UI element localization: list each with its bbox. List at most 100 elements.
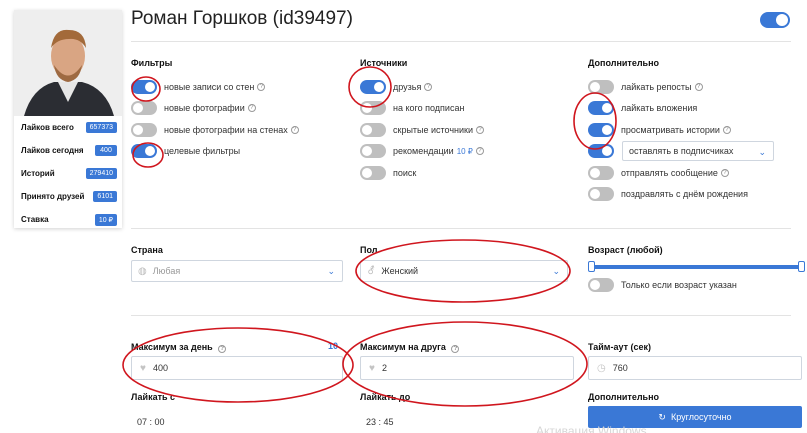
toggle-switch[interactable] — [360, 79, 386, 94]
filter-target[interactable]: целевые фильтры — [131, 141, 341, 163]
stat-value: 657373 — [85, 122, 117, 133]
source-recommendations[interactable]: рекомендации 10 ₽ ? — [360, 141, 570, 163]
chevron-down-icon: ⌄ — [758, 147, 766, 158]
help-icon[interactable]: ? — [722, 125, 731, 134]
button-label: Круглосуточно — [670, 412, 732, 422]
minutes[interactable]: 45 — [384, 417, 394, 427]
extra-like-reposts[interactable]: лайкать репосты ? — [588, 76, 793, 98]
toggle-switch[interactable] — [588, 277, 614, 292]
source-search[interactable]: поиск — [360, 162, 570, 184]
toggle-switch[interactable] — [131, 101, 157, 116]
main-toggle[interactable] — [760, 11, 790, 29]
toggle-switch[interactable] — [360, 101, 386, 116]
age-label: Возраст (любой) — [588, 245, 663, 255]
help-icon[interactable]: ? — [476, 125, 485, 134]
option-label: новые фотографии на стенах — [164, 124, 288, 135]
toggle-switch[interactable] — [360, 144, 386, 159]
timeout-label: Тайм-аут (сек) — [588, 342, 652, 352]
help-icon[interactable]: ? — [475, 147, 484, 156]
help-icon[interactable]: ? — [247, 104, 256, 113]
help-icon[interactable]: ? — [257, 82, 266, 91]
toggle-switch[interactable] — [588, 165, 614, 180]
extra-send-message[interactable]: отправлять сообщение ? — [588, 162, 793, 184]
select-value: Любая — [152, 266, 181, 276]
option-label: друзья — [393, 81, 422, 92]
gender-label: Пол — [360, 245, 378, 255]
help-icon[interactable]: ? — [720, 168, 729, 177]
stat-today-likes: Лайков сегодня 400 — [14, 139, 122, 162]
per-day-label: Максимум за день ? — [131, 342, 227, 353]
option-label: новые фотографии — [164, 103, 245, 114]
windows-activation-watermark: Активация Windows — [536, 424, 647, 433]
source-following[interactable]: на кого подписан — [360, 98, 570, 120]
toggle-switch[interactable] — [588, 187, 614, 202]
age-slider-max-handle[interactable] — [798, 261, 805, 272]
stories-mode-select[interactable]: оставлять в подписчиках ⌄ — [622, 141, 774, 162]
gender-select[interactable]: ⚦ Женский ⌄ — [360, 260, 568, 282]
chevron-down-icon: ⌄ — [552, 266, 560, 276]
help-icon[interactable]: ? — [290, 125, 299, 134]
extra-like-attachments[interactable]: лайкать вложения — [588, 98, 793, 120]
toggle-switch[interactable] — [131, 122, 157, 137]
filters-heading: Фильтры — [131, 58, 173, 68]
help-icon[interactable]: ? — [694, 82, 703, 91]
help-icon[interactable]: ? — [218, 345, 227, 353]
toggle-switch[interactable] — [131, 79, 157, 94]
toggle-switch[interactable] — [588, 144, 614, 159]
globe-icon: ◍ — [138, 265, 147, 277]
toggle-switch[interactable] — [588, 79, 614, 94]
toggle-switch[interactable] — [131, 144, 157, 159]
source-friends[interactable]: друзья ? — [360, 76, 570, 98]
stat-value: 279410 — [85, 168, 117, 179]
hours[interactable]: 23 — [366, 417, 376, 427]
option-label: рекомендации — [393, 146, 454, 157]
per-day-input[interactable]: ♥ 400 — [131, 356, 343, 380]
source-hidden[interactable]: скрытые источники ? — [360, 119, 570, 141]
select-value: оставлять в подписчиках — [629, 146, 734, 157]
stat-accepted-friends: Принято друзей 6101 — [14, 185, 122, 208]
stat-label: Ставка — [21, 215, 49, 224]
stat-total-likes: Лайков всего 657373 — [14, 116, 122, 139]
timeout-input[interactable]: ◷ 760 — [588, 356, 802, 380]
profile-card: Лайков всего 657373 Лайков сегодня 400 И… — [14, 10, 122, 228]
extra-birthday[interactable]: поздравлять с днём рождения — [588, 184, 793, 206]
extra-stories-mode: оставлять в подписчиках ⌄ — [588, 141, 793, 163]
option-label: отправлять сообщение — [621, 167, 718, 178]
age-slider-min-handle[interactable] — [588, 261, 595, 272]
heart-icon: ♥ — [369, 362, 375, 374]
per-friend-input[interactable]: ♥ 2 — [360, 356, 574, 380]
refresh-icon: ↻ — [658, 411, 666, 422]
toggle-switch[interactable] — [360, 122, 386, 137]
help-icon[interactable]: ? — [424, 82, 433, 91]
toggle-switch[interactable] — [588, 122, 614, 137]
sources-heading: Источники — [360, 58, 408, 68]
toggle-switch[interactable] — [360, 165, 386, 180]
minutes[interactable]: 00 — [155, 417, 165, 427]
age-slider-track[interactable] — [591, 265, 804, 269]
filter-wall-photos[interactable]: новые фотографии на стенах ? — [131, 119, 341, 141]
filter-new-photos[interactable]: новые фотографии ? — [131, 98, 341, 120]
schedule-extra-label: Дополнительно — [588, 392, 660, 402]
stat-label: Лайков сегодня — [21, 146, 84, 155]
hours[interactable]: 07 — [137, 417, 147, 427]
sources-section: Источники друзья ? на кого подписан скры… — [360, 58, 570, 184]
toggle-switch[interactable] — [588, 101, 614, 116]
like-to-time[interactable]: 23 : 45 — [366, 417, 394, 427]
per-friend-text: Максимум на друга — [360, 342, 446, 352]
extra-view-stories[interactable]: просматривать истории ? — [588, 119, 793, 141]
select-value: Женский — [381, 266, 419, 276]
filter-wall-posts[interactable]: новые записи со стен ? — [131, 76, 341, 98]
country-select[interactable]: ◍ Любая ⌄ — [131, 260, 343, 282]
main-toggle-switch[interactable] — [760, 11, 790, 28]
stat-label: Лайков всего — [21, 123, 74, 132]
age-only-if-specified[interactable]: Только если возраст указан — [588, 274, 737, 296]
stat-value: 6101 — [93, 191, 117, 202]
help-icon[interactable]: ? — [451, 345, 460, 353]
input-value: 760 — [612, 363, 628, 373]
per-day-text: Максимум за день — [131, 342, 213, 352]
clock-icon: ◷ — [597, 362, 606, 374]
divider — [131, 315, 791, 316]
per-day-side-value: 10 — [328, 341, 339, 351]
option-label: просматривать истории — [621, 124, 720, 135]
like-from-time[interactable]: 07 : 00 — [137, 417, 165, 427]
